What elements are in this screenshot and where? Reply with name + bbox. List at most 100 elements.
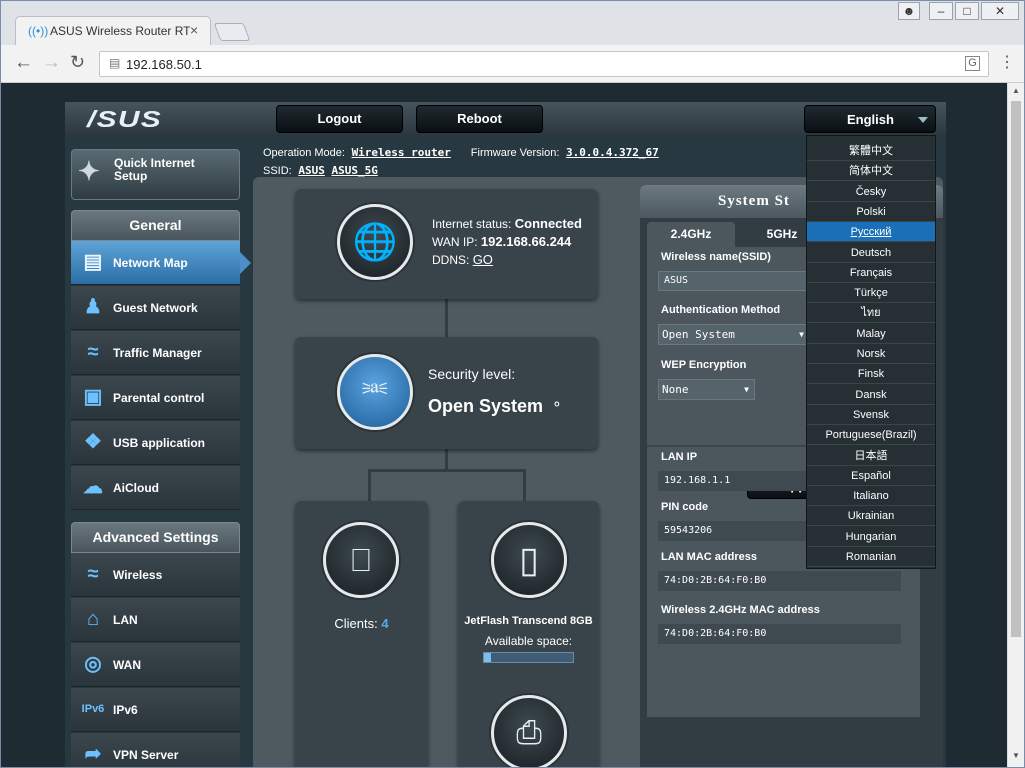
computer-icon[interactable]: ⎕ xyxy=(323,522,399,598)
new-tab-button[interactable] xyxy=(213,23,251,41)
language-option[interactable]: Ukrainian xyxy=(807,506,935,527)
sidebar-item-parental-control[interactable]: ▣ Parental control xyxy=(71,376,240,420)
browser-window: ((•)) ASUS Wireless Router RT × ☻ – □ ✕ … xyxy=(0,0,1025,768)
wifi-icon: ≈ xyxy=(87,563,99,585)
maximize-button[interactable]: □ xyxy=(955,2,979,20)
usb-space-fill xyxy=(484,653,492,662)
sidebar-item-label: Network Map xyxy=(113,256,188,270)
sidebar-item-vpn-server[interactable]: ➦ VPN Server xyxy=(71,733,240,767)
page-scrollbar[interactable]: ▲ ▼ xyxy=(1007,83,1024,767)
sidebar-item-usb-application[interactable]: ❖ USB application xyxy=(71,421,240,465)
router-icon[interactable]: ⎃ xyxy=(337,354,413,430)
language-option[interactable]: Finsk xyxy=(807,364,935,385)
sidebar-item-aicloud[interactable]: ☁ AiCloud xyxy=(71,466,240,510)
logout-button[interactable]: Logout xyxy=(276,105,403,133)
printer-icon[interactable]: ⎙ xyxy=(491,695,567,767)
sidebar-item-network-map[interactable]: ▤ Network Map xyxy=(71,241,240,285)
network-map-icon: ▤ xyxy=(83,251,103,273)
wireless-mac-value: 74:D0:2B:64:F0:B0 xyxy=(658,624,901,644)
quick-setup-label: Quick Internet Setup xyxy=(114,156,195,183)
address-bar[interactable]: ▤ 192.168.50.1 G xyxy=(99,51,989,77)
language-option[interactable]: Русский xyxy=(807,222,935,243)
language-option[interactable]: Norsk xyxy=(807,344,935,364)
wep-value: None xyxy=(662,383,689,396)
browser-tab[interactable]: ((•)) ASUS Wireless Router RT × xyxy=(15,16,211,46)
scrollbar-thumb[interactable] xyxy=(1011,101,1021,637)
close-window-button[interactable]: ✕ xyxy=(981,2,1019,20)
ssid-link-2[interactable]: ASUS_5G xyxy=(331,164,377,177)
auth-method-select[interactable]: Open System ▼ xyxy=(658,324,810,345)
language-option[interactable]: Malay xyxy=(807,324,935,344)
firmware-link[interactable]: 3.0.0.4.372_67 xyxy=(566,146,659,159)
sidebar-item-ipv6[interactable]: IPv6 IPv6 xyxy=(71,688,240,732)
security-value: Open System xyxy=(428,396,544,416)
language-option[interactable]: ไทย xyxy=(807,303,935,324)
usb-card[interactable]: ▯ JetFlash Transcend 8GB Available space… xyxy=(458,501,599,767)
asus-logo: /SUS xyxy=(87,106,162,132)
language-option[interactable]: 繁體中文 xyxy=(807,141,935,161)
tab-2-4ghz[interactable]: 2.4GHz xyxy=(647,222,735,247)
language-option[interactable]: 日本語 xyxy=(807,446,935,466)
language-select[interactable]: English xyxy=(804,105,936,133)
browser-menu-icon[interactable]: ⋮ xyxy=(999,52,1015,72)
forward-icon[interactable]: → xyxy=(42,52,61,74)
url-text: 192.168.50.1 xyxy=(126,57,202,72)
ddns-link[interactable]: GO xyxy=(473,252,493,267)
sidebar-item-guest-network[interactable]: ♟ Guest Network xyxy=(71,286,240,330)
language-option[interactable]: Español xyxy=(807,466,935,486)
system-status-title: System St xyxy=(718,193,790,209)
active-indicator xyxy=(240,252,251,274)
clients-count: 4 xyxy=(381,616,389,631)
translate-icon[interactable]: G xyxy=(965,56,980,71)
scroll-down-icon[interactable]: ▼ xyxy=(1012,751,1020,760)
router-card[interactable]: ⎃ Security level: Open System ⚬ xyxy=(295,337,598,449)
connector-line xyxy=(445,299,448,337)
op-mode-link[interactable]: Wireless router xyxy=(352,146,451,159)
language-option[interactable]: Türkçe xyxy=(807,283,935,304)
language-option[interactable]: Français xyxy=(807,263,935,283)
minimize-button[interactable]: – xyxy=(929,2,953,20)
usb-drive-icon[interactable]: ▯ xyxy=(491,522,567,598)
scroll-up-icon[interactable]: ▲ xyxy=(1012,86,1020,95)
general-header: General xyxy=(71,210,240,241)
guest-network-icon: ♟ xyxy=(84,296,102,318)
favicon-wifi-icon: ((•)) xyxy=(28,24,49,38)
language-option[interactable]: Deutsch xyxy=(807,243,935,263)
ssid-label: SSID: xyxy=(263,165,292,177)
internet-card[interactable]: 🌐 Internet status: Connected WAN IP: 192… xyxy=(295,189,598,299)
language-option[interactable]: Hungarian xyxy=(807,527,935,547)
language-option[interactable]: Portuguese(Brazil) xyxy=(807,425,935,446)
language-option[interactable]: 简体中文 xyxy=(807,161,935,182)
back-icon[interactable]: ← xyxy=(14,52,33,74)
reload-icon[interactable]: ↻ xyxy=(70,52,85,73)
sidebar-item-label: USB application xyxy=(113,436,206,450)
globe-icon[interactable]: 🌐 xyxy=(337,204,413,280)
sidebar-item-wireless[interactable]: ≈ Wireless xyxy=(71,553,240,597)
language-option[interactable]: Česky xyxy=(807,182,935,202)
language-option[interactable]: Svensk xyxy=(807,405,935,425)
clients-card[interactable]: ⎕ Clients: 4 xyxy=(295,501,428,767)
sidebar-item-label: AiCloud xyxy=(113,481,159,495)
internet-status-label: Internet status: xyxy=(432,217,512,231)
language-option[interactable]: Italiano xyxy=(807,486,935,507)
sidebar-item-wan[interactable]: ◎ WAN xyxy=(71,643,240,687)
ipv6-icon: IPv6 xyxy=(81,703,105,715)
tab-close-icon[interactable]: × xyxy=(190,22,198,38)
language-option[interactable]: Polski xyxy=(807,202,935,222)
wan-ip-label: WAN IP: xyxy=(432,235,478,249)
language-option[interactable]: Dansk xyxy=(807,385,935,405)
op-mode-label: Operation Mode: xyxy=(263,147,345,159)
connector-line xyxy=(523,469,526,501)
cloud-icon: ☁ xyxy=(83,476,103,498)
reboot-button[interactable]: Reboot xyxy=(416,105,543,133)
quick-setup-button[interactable]: ✦ Quick Internet Setup xyxy=(71,149,240,200)
sidebar-item-lan[interactable]: ⌂ LAN xyxy=(71,598,240,642)
vpn-icon: ➦ xyxy=(84,743,102,765)
profile-icon[interactable]: ☻ xyxy=(898,2,920,20)
ssid-link-1[interactable]: ASUS xyxy=(298,164,325,177)
wep-select[interactable]: None ▼ xyxy=(658,379,755,400)
language-option[interactable]: Romanian xyxy=(807,547,935,567)
auth-method-label: Authentication Method xyxy=(661,304,781,316)
sidebar-item-label: IPv6 xyxy=(113,703,138,717)
sidebar-item-traffic-manager[interactable]: ≈ Traffic Manager xyxy=(71,331,240,375)
